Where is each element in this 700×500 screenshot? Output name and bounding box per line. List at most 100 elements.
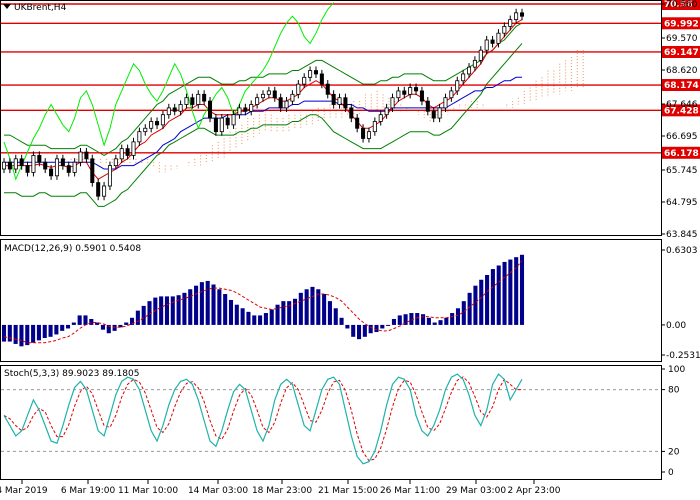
macd-bar <box>135 310 140 325</box>
macd-bar <box>298 292 303 325</box>
macd-bar <box>281 301 286 325</box>
time-tick-label: 11 Mar 10:00 <box>118 486 178 496</box>
macd-bar <box>36 324 41 341</box>
macd-bar <box>292 298 298 325</box>
macd-bar <box>479 279 484 325</box>
macd-bar <box>397 315 402 325</box>
bearish-candle <box>243 107 248 112</box>
bearish-candle <box>319 73 324 85</box>
macd-bar <box>89 318 94 325</box>
macd-bar <box>31 324 36 343</box>
bearish-candle <box>402 90 407 95</box>
macd-bar <box>502 261 507 325</box>
bullish-candle <box>408 87 413 95</box>
macd-bar <box>485 274 490 325</box>
bullish-candle <box>378 114 383 122</box>
bullish-candle <box>496 32 501 44</box>
macd-bar <box>514 257 519 325</box>
macd-bar <box>252 315 257 325</box>
macd-bar <box>205 280 210 325</box>
macd-bar <box>60 324 65 331</box>
candles <box>1 8 525 201</box>
stoch-tick-label: 80 <box>668 386 680 396</box>
macd-bar <box>508 259 513 325</box>
bullish-candle <box>13 158 18 170</box>
bullish-candle <box>178 104 183 112</box>
bearish-candle <box>355 117 360 129</box>
main-panel-frame <box>0 0 662 236</box>
macd-bar <box>473 285 478 325</box>
macd-bar <box>269 309 274 325</box>
stoch-tick-label: 20 <box>668 447 680 457</box>
time-tick-label: 14 Mar 03:00 <box>188 486 248 496</box>
macd-bar <box>188 289 193 325</box>
upper-band-line <box>4 22 523 156</box>
symbol-title: UKBrent,H4 <box>14 3 67 13</box>
bullish-candle <box>107 165 112 187</box>
macd-bar <box>432 322 437 325</box>
bullish-candle <box>266 90 271 95</box>
bullish-candle <box>166 107 171 116</box>
bullish-candle <box>137 131 142 143</box>
macd-histogram: 0.6303 0.00 -0.2531 <box>1 246 700 361</box>
price-level-label: 68.174 <box>664 81 699 91</box>
bullish-candle <box>249 104 254 112</box>
macd-bar <box>310 286 315 325</box>
bearish-candle <box>349 107 354 119</box>
bearish-candle <box>278 97 283 109</box>
macd-bar <box>287 301 292 325</box>
price-level-label: 66.178 <box>664 149 699 159</box>
macd-bar <box>42 324 47 338</box>
price-level-label: 69.147 <box>664 48 699 58</box>
macd-bar <box>65 324 71 329</box>
bullish-candle <box>196 93 201 105</box>
macd-bar <box>141 305 146 325</box>
macd-bar <box>159 296 164 325</box>
macd-title: MACD(12,26,9) 0.5901 0.5408 <box>4 244 141 254</box>
bearish-candle <box>325 83 330 95</box>
bullish-candle <box>396 90 401 99</box>
time-tick-label: 26 Mar 11:00 <box>380 486 440 496</box>
macd-bar <box>7 324 12 342</box>
bullish-candle <box>143 127 148 133</box>
macd-bar <box>182 292 187 325</box>
macd-tick-label: -0.2531 <box>666 351 700 361</box>
price-tick-label: 68.620 <box>666 66 698 76</box>
macd-bar <box>455 308 461 325</box>
time-axis: 4 Mar 2019 6 Mar 19:00 11 Mar 10:00 14 Mar … <box>0 480 561 496</box>
price-tick-label: 64.795 <box>666 198 698 208</box>
bullish-candle <box>443 97 448 109</box>
bullish-candle <box>514 12 519 21</box>
bullish-candle <box>502 26 507 34</box>
bearish-candle <box>7 161 12 170</box>
bullish-candle <box>78 151 83 163</box>
chart-window: 70.56 69.992 69.147 68.174 67.428 66.178 70.5… <box>0 0 700 500</box>
bearish-candle <box>60 158 65 167</box>
macd-bar <box>333 308 338 325</box>
dropdown-arrow-icon[interactable] <box>3 4 11 9</box>
bullish-candle <box>455 80 460 92</box>
macd-bar <box>19 324 24 347</box>
time-tick-label: 4 Mar 2019 <box>0 486 48 496</box>
bullish-candle <box>1 161 7 170</box>
macd-bar <box>467 292 472 325</box>
price-level-label: 69.992 <box>664 19 699 29</box>
bullish-candle <box>437 107 442 119</box>
bullish-candle <box>237 107 242 116</box>
bearish-candle <box>225 117 230 126</box>
macd-bar <box>386 324 391 326</box>
ichimoku-cloud <box>64 50 584 173</box>
bearish-candle <box>25 165 30 173</box>
main-price-axis: 70.560 69.570 68.620 67.646 66.695 65.745 64.7… <box>661 0 698 240</box>
macd-bar <box>421 314 426 325</box>
bearish-candle <box>331 93 336 105</box>
macd-bar <box>164 296 170 325</box>
macd-bar <box>217 289 222 325</box>
bullish-candle <box>478 49 483 61</box>
macd-bar <box>374 324 379 333</box>
bearish-candle <box>425 100 430 112</box>
bearish-candle <box>213 117 218 133</box>
bearish-candle <box>90 158 95 183</box>
bearish-candle <box>490 39 495 44</box>
bearish-candle <box>202 93 207 102</box>
